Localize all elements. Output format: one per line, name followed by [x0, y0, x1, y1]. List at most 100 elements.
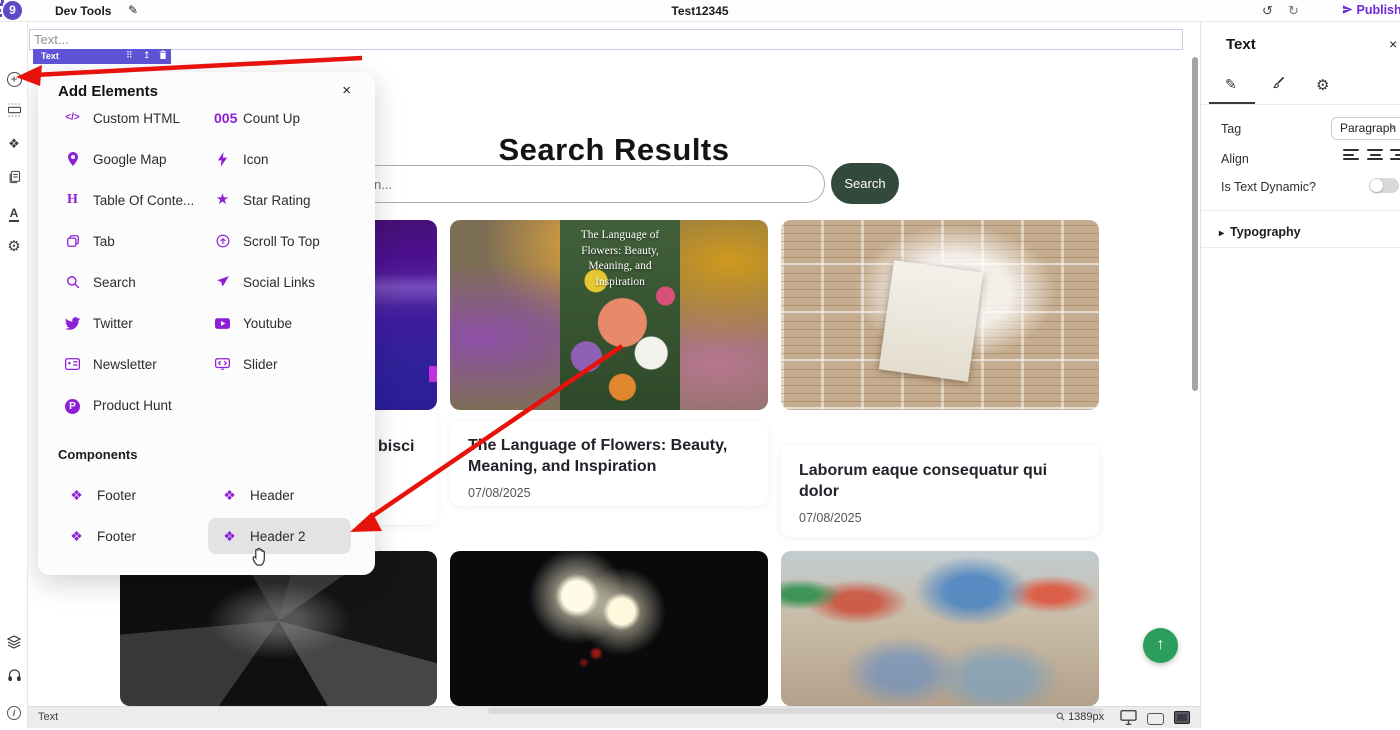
element-item-icon[interactable]: Icon	[214, 149, 269, 169]
blog-card-2[interactable]: The Language of Flowers: Beauty, Meaning…	[450, 421, 768, 506]
top-bar: 9 Dev Tools ✎ Test12345 ↺ ↻ Publish	[0, 0, 1400, 22]
dynamic-text-label: Is Text Dynamic?	[1221, 180, 1316, 194]
typography-section-toggle[interactable]: ▸ Typography	[1219, 225, 1301, 239]
collapse-icon[interactable]: ↥	[143, 50, 151, 61]
counter-icon: 005	[214, 110, 238, 126]
search-icon	[64, 275, 81, 289]
tablet-view-button[interactable]	[1147, 712, 1164, 730]
tab-edit[interactable]: ✎	[1225, 76, 1237, 93]
circle-up-icon	[214, 234, 231, 248]
info-button[interactable]: i	[0, 703, 28, 721]
element-item-slider[interactable]: Slider	[214, 354, 278, 374]
scroll-to-top-button[interactable]: ↑	[1143, 628, 1178, 663]
align-center-button[interactable]	[1367, 149, 1384, 163]
zoom-icon	[1056, 712, 1065, 721]
typography-button[interactable]: A	[0, 204, 28, 222]
pages-icon	[9, 170, 20, 184]
undo-icon[interactable]: ↺	[1262, 3, 1273, 19]
card-image-flowers[interactable]: The Language of Flowers: Beauty, Meaning…	[450, 220, 768, 410]
newsletter-icon	[64, 358, 81, 370]
blog-card-2-title: The Language of Flowers: Beauty, Meaning…	[468, 437, 728, 475]
element-item-tab[interactable]: Tab	[64, 231, 115, 251]
components-section-title: Components	[58, 447, 138, 462]
element-item-custom-html[interactable]: </> Custom HTML	[64, 108, 180, 128]
element-item-twitter[interactable]: Twitter	[64, 313, 133, 333]
twitter-icon	[64, 316, 81, 330]
vertical-scrollbar[interactable]	[1192, 57, 1198, 391]
component-item-footer-1[interactable]: ❖ Footer	[68, 485, 136, 505]
mobile-view-button[interactable]	[1174, 711, 1190, 729]
code-icon: </>	[65, 112, 80, 123]
blog-card-1-title-fragment: bisci	[378, 438, 415, 455]
status-bar: Text 1389px	[28, 706, 1200, 728]
layers-icon	[6, 635, 22, 649]
selected-element-breadcrumb: Text	[38, 711, 59, 723]
components-icon: ❖	[8, 136, 20, 151]
component-item-footer-2[interactable]: ❖ Footer	[68, 526, 136, 546]
publish-button[interactable]: Publish	[1342, 3, 1400, 17]
add-elements-panel: Add Elements × </> Custom HTML 005 Count…	[38, 72, 375, 575]
selection-toolbar-chip: Text ⠿ ↥	[33, 49, 171, 64]
delete-icon[interactable]	[159, 50, 167, 62]
tablet-icon	[1147, 713, 1164, 725]
redo-icon[interactable]: ↻	[1288, 3, 1299, 19]
element-item-google-map[interactable]: Google Map	[64, 149, 167, 169]
align-left-button[interactable]	[1343, 149, 1360, 163]
element-item-scroll-to-top[interactable]: Scroll To Top	[214, 231, 320, 251]
components-button[interactable]: ❖	[0, 136, 28, 152]
element-item-count-up[interactable]: 005 Count Up	[214, 108, 300, 128]
rocket-icon	[1342, 5, 1353, 14]
add-element-button[interactable]: +	[0, 70, 28, 88]
sections-button[interactable]	[0, 102, 28, 123]
desktop-view-button[interactable]	[1120, 710, 1137, 730]
align-right-button[interactable]	[1390, 149, 1400, 163]
element-item-youtube[interactable]: Youtube	[214, 313, 292, 333]
panel-title: Add Elements	[58, 83, 159, 100]
close-icon[interactable]: ×	[1389, 36, 1397, 52]
support-button[interactable]	[0, 668, 28, 688]
card-image-street[interactable]	[781, 551, 1099, 706]
component-icon: ❖	[70, 528, 83, 544]
blog-card-3[interactable]: Laborum eaque consequatur qui dolor 07/0…	[781, 445, 1099, 537]
blog-card-3-title: Laborum eaque consequatur qui dolor	[799, 462, 1048, 500]
blog-card-2-date: 07/08/2025	[468, 485, 531, 500]
caret-right-icon: ▸	[1219, 228, 1225, 239]
tab-settings[interactable]: ⚙	[1316, 76, 1329, 94]
element-item-product-hunt[interactable]: P Product Hunt	[64, 395, 172, 415]
info-icon: i	[7, 706, 21, 720]
grab-hand-cursor	[250, 544, 272, 573]
close-icon[interactable]: ×	[342, 82, 351, 99]
divider	[1201, 247, 1400, 248]
project-title: Test12345	[671, 4, 729, 18]
settings-button[interactable]: ⚙	[0, 237, 28, 255]
card-image-lamps[interactable]	[450, 551, 768, 706]
headphones-icon	[7, 669, 21, 682]
selected-text-element[interactable]: Text...	[29, 29, 1183, 50]
component-item-header-2[interactable]: ❖ Header 2	[221, 526, 305, 546]
up-arrow-icon: ↑	[1156, 636, 1165, 653]
search-button[interactable]: Search	[831, 163, 899, 204]
desktop-icon	[1120, 710, 1137, 725]
selection-chip-label: Text	[41, 51, 59, 61]
canvas-width-indicator: 1389px	[1056, 711, 1104, 723]
drag-handle-icon[interactable]: ⠿	[126, 50, 133, 61]
bolt-icon	[214, 151, 231, 167]
element-item-newsletter[interactable]: Newsletter	[64, 354, 157, 374]
pencil-icon: ✎	[1225, 76, 1237, 92]
layers-button[interactable]	[0, 634, 28, 655]
brush-icon	[1272, 77, 1284, 89]
element-item-star-rating[interactable]: ★ Star Rating	[214, 190, 311, 210]
tab-style[interactable]	[1271, 76, 1285, 93]
card-image-books[interactable]	[781, 220, 1099, 410]
tag-select[interactable]: Paragraph ⌄	[1331, 117, 1400, 140]
search-input[interactable]	[345, 165, 825, 203]
slider-icon	[214, 358, 231, 370]
element-item-table-of-contents[interactable]: H Table Of Conte...	[64, 190, 194, 210]
element-item-search[interactable]: Search	[64, 272, 136, 292]
youtube-icon	[214, 317, 231, 329]
element-item-social-links[interactable]: Social Links	[214, 272, 315, 292]
pages-button[interactable]	[0, 169, 28, 190]
dynamic-text-toggle[interactable]	[1369, 178, 1399, 193]
component-item-header[interactable]: ❖ Header	[221, 485, 294, 505]
horizontal-scrollbar[interactable]	[488, 708, 1103, 714]
